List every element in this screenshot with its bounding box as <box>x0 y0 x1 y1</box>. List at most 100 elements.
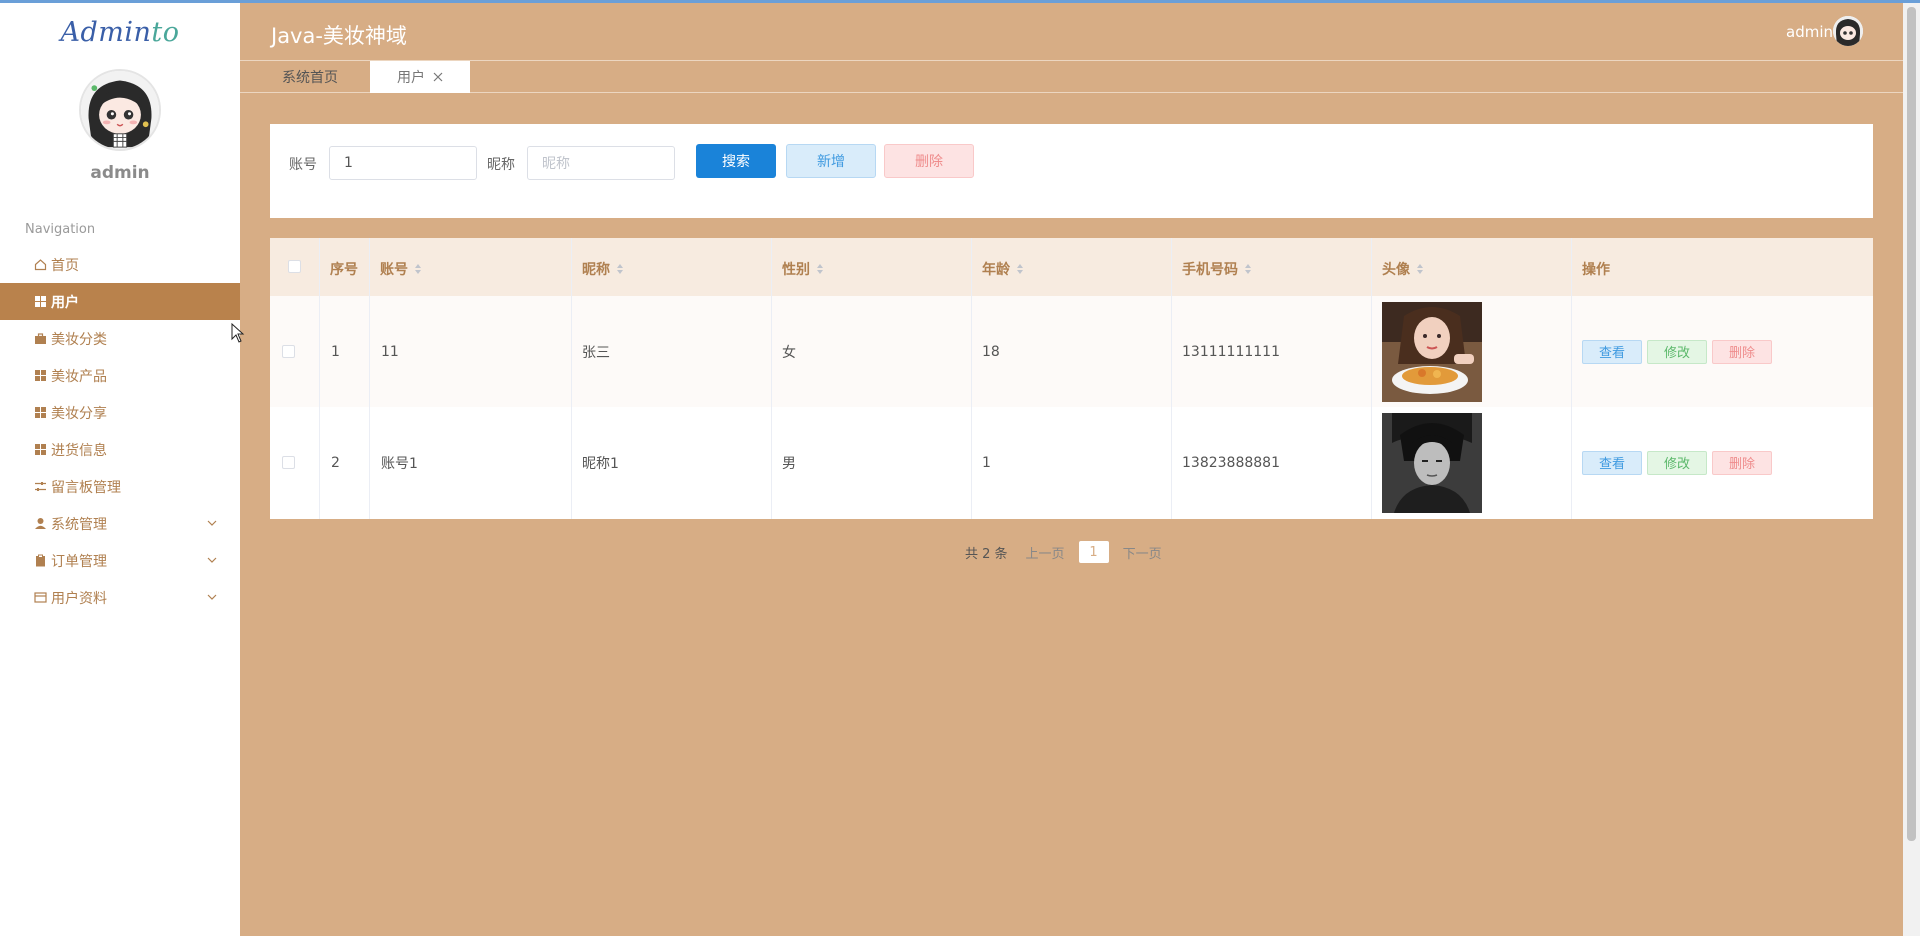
sidebar-item-purchase-info[interactable]: 进货信息 <box>0 431 240 468</box>
sidebar-item-message-board[interactable]: 留言板管理 <box>0 468 240 505</box>
close-icon[interactable] <box>433 72 443 82</box>
delete-button[interactable]: 删除 <box>1712 339 1772 364</box>
nickname-input-placeholder: 昵称 <box>542 156 570 172</box>
cell-gender: 女 <box>782 344 796 361</box>
cell-nickname: 昵称1 <box>582 455 619 472</box>
users-table: 序号 账号 昵称 性别 年龄 手机号码 头像 操作 1 11 张三 女 18 1… <box>270 238 1873 519</box>
header-account[interactable]: 账号 <box>380 259 422 279</box>
pagination: 共 2 条 上一页 1 下一页 <box>965 541 1162 563</box>
sidebar-item-users[interactable]: 用户 <box>0 283 240 320</box>
vertical-scrollbar[interactable] <box>1903 3 1920 936</box>
scrollbar-thumb[interactable] <box>1907 7 1916 841</box>
header-username[interactable]: admin <box>1786 23 1833 41</box>
sidebar-nav: 首页 用户 美妆分类 美妆产品 美妆分享 进货信息 留言板管理 系统管理 订单管… <box>0 246 240 616</box>
sidebar-username: admin <box>90 163 150 183</box>
grid-icon <box>34 295 47 308</box>
select-all-checkbox[interactable] <box>288 260 301 273</box>
sort-icon[interactable] <box>1016 263 1024 275</box>
edit-button[interactable]: 修改 <box>1647 450 1707 475</box>
tab-label: 用户 <box>397 70 425 86</box>
sidebar-item-label: 美妆产品 <box>51 368 107 385</box>
sidebar: Adminto admin Navigation 首页 用户 美妆分类 美妆产品… <box>0 3 240 936</box>
tab-bar: 系统首页 用户 <box>240 61 1903 93</box>
top-accent-line <box>0 0 1920 3</box>
sidebar-item-label: 系统管理 <box>51 516 107 533</box>
user-avatar[interactable] <box>79 69 161 151</box>
prev-page-button[interactable]: 上一页 <box>1026 543 1065 562</box>
grid-icon <box>34 443 47 456</box>
sort-icon[interactable] <box>616 263 624 275</box>
tab-users[interactable]: 用户 <box>370 61 470 93</box>
sidebar-item-label: 留言板管理 <box>51 479 121 496</box>
sidebar-item-label: 美妆分类 <box>51 331 107 348</box>
nickname-input[interactable]: 昵称 <box>527 146 675 180</box>
sidebar-item-beauty-category[interactable]: 美妆分类 <box>0 320 240 357</box>
view-button[interactable]: 查看 <box>1582 339 1642 364</box>
avatar-thumbnail[interactable] <box>1382 301 1482 402</box>
search-panel: 账号 1 昵称 昵称 搜索 新增 删除 <box>270 124 1873 218</box>
card-icon <box>34 591 47 604</box>
account-label: 账号 <box>289 157 317 173</box>
sidebar-item-label: 进货信息 <box>51 442 107 459</box>
sidebar-item-system-management[interactable]: 系统管理 <box>0 505 240 542</box>
nickname-label: 昵称 <box>487 157 515 173</box>
sidebar-item-beauty-share[interactable]: 美妆分享 <box>0 394 240 431</box>
sidebar-item-label: 首页 <box>51 257 79 274</box>
header-actions: 操作 <box>1582 262 1610 278</box>
next-page-button[interactable]: 下一页 <box>1123 543 1162 562</box>
delete-button[interactable]: 删除 <box>1712 450 1772 475</box>
cell-avatar <box>1382 407 1482 518</box>
chevron-down-icon <box>207 557 217 563</box>
header-avatar[interactable]: 头像 <box>1382 259 1424 279</box>
top-header: Java-美妆神域 admin <box>240 3 1903 61</box>
sidebar-item-label: 用户资料 <box>51 590 107 607</box>
sidebar-item-label: 用户 <box>51 294 79 311</box>
home-icon <box>34 258 47 271</box>
header-nickname[interactable]: 昵称 <box>582 259 624 279</box>
sort-icon[interactable] <box>414 263 422 275</box>
row-checkbox[interactable] <box>282 296 295 407</box>
view-button[interactable]: 查看 <box>1582 450 1642 475</box>
sort-icon[interactable] <box>1244 263 1252 275</box>
header-avatar[interactable] <box>1833 16 1863 46</box>
column-select <box>270 238 320 519</box>
cell-age: 18 <box>982 343 1000 360</box>
sidebar-item-beauty-products[interactable]: 美妆产品 <box>0 357 240 394</box>
account-input[interactable]: 1 <box>329 146 477 180</box>
edit-button[interactable]: 修改 <box>1647 339 1707 364</box>
pagination-total: 共 2 条 <box>965 546 1008 562</box>
clipboard-icon <box>34 554 47 567</box>
briefcase-icon <box>34 332 47 345</box>
row-actions: 查看 修改 删除 <box>1582 296 1777 407</box>
sort-icon[interactable] <box>816 263 824 275</box>
column-gender <box>772 238 972 519</box>
sidebar-item-user-profile[interactable]: 用户资料 <box>0 579 240 616</box>
chevron-down-icon <box>207 594 217 600</box>
page-number-current[interactable]: 1 <box>1078 541 1109 563</box>
sort-icon[interactable] <box>1416 263 1424 275</box>
row-actions: 查看 修改 删除 <box>1582 407 1777 518</box>
batch-delete-button[interactable]: 删除 <box>884 144 974 178</box>
search-button[interactable]: 搜索 <box>696 144 776 178</box>
column-age <box>972 238 1172 519</box>
user-icon <box>34 517 47 530</box>
sidebar-item-home[interactable]: 首页 <box>0 246 240 283</box>
app-logo[interactable]: Adminto <box>0 17 240 48</box>
sidebar-item-label: 订单管理 <box>51 553 107 570</box>
header-gender[interactable]: 性别 <box>782 259 824 279</box>
cell-phone: 13111111111 <box>1182 343 1280 360</box>
cell-index: 1 <box>331 343 340 360</box>
header-phone[interactable]: 手机号码 <box>1182 259 1252 279</box>
grid-icon <box>34 369 47 382</box>
sliders-icon <box>34 480 47 493</box>
row-checkbox[interactable] <box>282 407 295 518</box>
header-age[interactable]: 年龄 <box>982 259 1024 279</box>
cell-avatar <box>1382 296 1482 407</box>
cell-gender: 男 <box>782 455 796 472</box>
app-title: Java-美妆神域 <box>271 24 407 48</box>
add-button[interactable]: 新增 <box>786 144 876 178</box>
sidebar-item-order-management[interactable]: 订单管理 <box>0 542 240 579</box>
chevron-down-icon <box>207 520 217 526</box>
avatar-thumbnail[interactable] <box>1382 412 1482 513</box>
tab-system-home[interactable]: 系统首页 <box>270 61 350 93</box>
